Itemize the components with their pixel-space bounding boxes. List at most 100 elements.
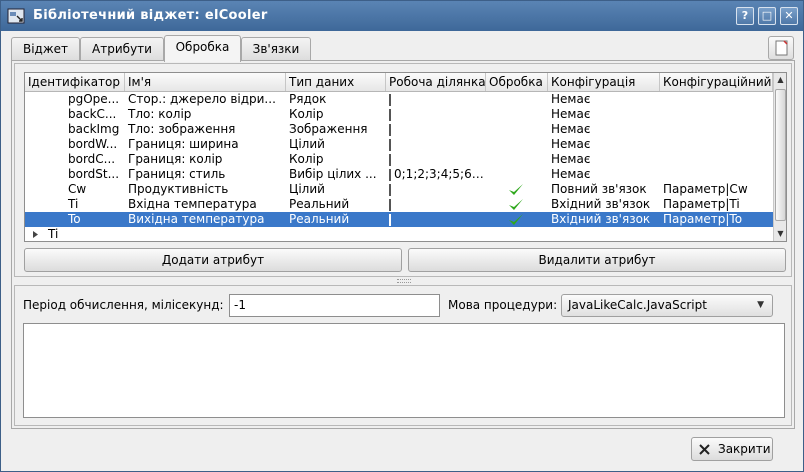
cell-cfgtpl: Параметр|Ti — [663, 197, 740, 211]
splitter-handle[interactable] — [397, 279, 411, 283]
tab-processing[interactable]: Обробка — [164, 35, 241, 62]
table-row[interactable]: pgOpe... Стор.: джерело відри... Рядок Нема… — [25, 92, 773, 107]
cell-name: Вхідна температура — [128, 197, 257, 211]
maximize-button[interactable]: □ — [758, 7, 776, 25]
cell-name: Границя: стиль — [128, 167, 226, 181]
workspace-checkbox[interactable] — [389, 169, 391, 181]
cell-name: Вихідна температура — [128, 212, 265, 226]
cell-id: bordC... — [68, 152, 116, 166]
workspace-checkbox[interactable] — [389, 94, 391, 106]
cell-type: Рядок — [289, 92, 327, 106]
tab-links[interactable]: Зв'язки — [241, 37, 311, 61]
language-value: JavaLikeCalc.JavaScript — [568, 298, 707, 312]
cell-type: Реальний — [289, 212, 350, 226]
cell-id: Ti — [68, 197, 79, 211]
table-row[interactable]: bordSt... Границя: стиль Вибір цілих ... 0;… — [25, 167, 773, 182]
scroll-thumb[interactable] — [775, 89, 786, 221]
dialog-window: Бібліотечний віджет: elCooler ? □ ✕ Відж… — [0, 0, 804, 472]
cell-cfg: Вхідний зв'язок — [551, 212, 651, 226]
column-header[interactable]: Ім'я — [125, 73, 286, 91]
calculation-section: Період обчислення, мілісекунд: -1 Мова п… — [14, 285, 792, 426]
period-input[interactable]: -1 — [229, 294, 440, 317]
cell-cfgtpl — [660, 92, 773, 107]
table-row[interactable]: Cw Продуктивність Цілий Повний зв'язок Парам… — [25, 182, 773, 197]
column-header[interactable]: Конфігурація — [548, 73, 660, 91]
language-select[interactable]: JavaLikeCalc.JavaScript ▼ — [561, 294, 773, 317]
cell-name: Стор.: джерело відри... — [128, 92, 276, 106]
table-row[interactable]: bordC... Границя: колір Колір Немає — [25, 152, 773, 167]
tree-row[interactable]: Ti — [25, 227, 773, 241]
tree-row-label: Ti — [48, 227, 59, 241]
cell-type: Цілий — [289, 137, 325, 151]
cell-cfg: Вхідний зв'язок — [551, 197, 651, 211]
cell-work — [391, 107, 486, 122]
checkmark-icon[interactable] — [508, 213, 524, 226]
column-header[interactable]: Конфігураційний — [660, 73, 773, 91]
cell-name: Границя: колір — [128, 152, 223, 166]
cell-cfgtpl — [660, 107, 773, 122]
column-header[interactable]: Обробка — [486, 73, 548, 91]
scroll-up-icon[interactable]: ▲ — [774, 73, 786, 87]
table-row[interactable]: backImg Тло: зображення Зображення Немає — [25, 122, 773, 137]
cell-name: Продуктивність — [128, 182, 229, 196]
delete-attribute-button[interactable]: Видалити атрибут — [408, 248, 786, 272]
scroll-down-icon[interactable]: ▼ — [774, 227, 786, 241]
table-row[interactable]: To Вихідна температура Реальний Вхідний зв'… — [25, 212, 773, 227]
cell-id: backC... — [68, 107, 117, 121]
procedure-code-editor[interactable] — [23, 323, 785, 418]
cell-id: bordW... — [68, 137, 118, 151]
checkmark-icon[interactable] — [508, 183, 524, 196]
cell-id: bordSt... — [68, 167, 120, 181]
close-button-label: Закрити — [718, 442, 771, 456]
cell-cfgtpl — [660, 167, 773, 182]
workspace-checkbox[interactable] — [389, 154, 391, 166]
cell-work — [391, 122, 486, 137]
cell-cfgtpl — [660, 152, 773, 167]
cell-id: To — [68, 212, 81, 226]
cell-work — [391, 152, 486, 167]
cell-type: Колір — [289, 107, 324, 121]
attributes-section: Ідентифікатор Ім'я Тип даних Робоча діля… — [14, 63, 792, 277]
column-header[interactable]: Робоча ділянка — [386, 73, 486, 91]
workspace-checkbox[interactable] — [389, 184, 391, 196]
workspace-checkbox[interactable] — [389, 214, 391, 226]
cell-type: Вибір цілих ... — [289, 167, 377, 181]
cell-name: Тло: колір — [128, 107, 192, 121]
workspace-checkbox[interactable] — [389, 124, 391, 136]
column-header[interactable]: Ідентифікатор — [25, 73, 125, 91]
checkmark-icon[interactable] — [508, 198, 524, 211]
cell-work — [391, 92, 486, 107]
add-attribute-button[interactable]: Додати атрибут — [24, 248, 402, 272]
table-row[interactable]: bordW... Границя: ширина Цілий Немає — [25, 137, 773, 152]
cell-cfg: Немає — [551, 122, 591, 136]
table-row[interactable]: Ti Вхідна температура Реальний Вхідний зв'я… — [25, 197, 773, 212]
cell-id: Cw — [68, 182, 87, 196]
close-button[interactable]: Закрити — [691, 437, 773, 461]
table-scrollbar[interactable]: ▲ ▼ — [773, 73, 786, 241]
workspace-checkbox[interactable] — [389, 139, 391, 151]
cell-work — [391, 137, 486, 152]
window-app-icon — [7, 8, 25, 24]
page-options-button[interactable] — [768, 36, 794, 60]
cell-cfg: Немає — [551, 107, 591, 121]
cell-cfg: Немає — [551, 152, 591, 166]
column-header[interactable]: Тип даних — [286, 73, 386, 91]
cell-type: Цілий — [289, 182, 325, 196]
tab-attributes[interactable]: Атрибути — [80, 37, 164, 61]
cell-type: Колір — [289, 152, 324, 166]
cell-cfgtpl: Параметр|To — [663, 212, 743, 226]
workspace-checkbox[interactable] — [389, 199, 391, 211]
tab-widget[interactable]: Віджет — [11, 37, 80, 61]
cell-type: Реальний — [289, 197, 350, 211]
title-bar: Бібліотечний віджет: elCooler ? □ ✕ — [1, 1, 803, 31]
processing-panel: Ідентифікатор Ім'я Тип даних Робоча діля… — [11, 60, 795, 429]
help-button[interactable]: ? — [736, 7, 754, 25]
expand-arrow-icon[interactable] — [32, 231, 39, 238]
attributes-table[interactable]: Ідентифікатор Ім'я Тип даних Робоча діля… — [24, 72, 787, 242]
cell-type: Зображення — [289, 122, 368, 136]
table-row[interactable]: backC... Тло: колір Колір Немає — [25, 107, 773, 122]
close-window-button[interactable]: ✕ — [780, 7, 798, 25]
workspace-checkbox[interactable] — [389, 109, 391, 121]
cell-cfg: Немає — [551, 92, 591, 106]
cell-cfg: Немає — [551, 137, 591, 151]
